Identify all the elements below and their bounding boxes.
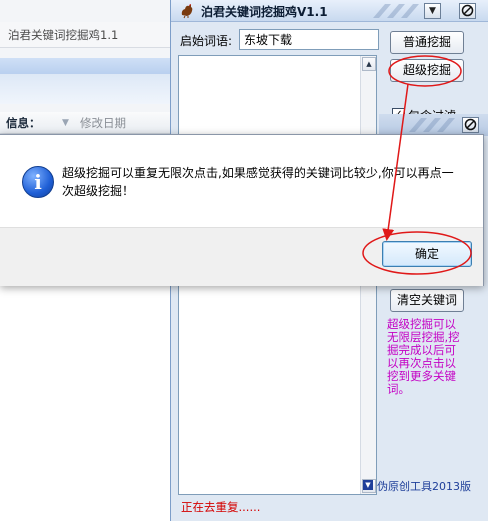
minimize-button[interactable]: ▼ [424, 3, 441, 19]
message-dialog: i 超级挖掘可以重复无限次点击,如果感觉获得的关键词比较少,你可以再点一次超级挖… [0, 134, 484, 286]
scroll-up-icon[interactable]: ▲ [362, 57, 376, 71]
clear-keywords-button[interactable]: 清空关键词 [390, 289, 464, 312]
panel-decoration [409, 118, 455, 132]
seed-word-label: 启始词语: [180, 34, 233, 48]
info-label: 信息： [6, 116, 41, 130]
panel-close-button[interactable] [462, 117, 479, 133]
promo-link[interactable]: 伪原创工具2013版 [377, 478, 471, 494]
close-button[interactable] [459, 3, 476, 19]
no-sign-icon [461, 4, 474, 17]
modified-date-column[interactable]: 修改日期 [80, 112, 126, 134]
no-sign-icon [464, 118, 477, 131]
ok-button[interactable]: 确定 [382, 241, 472, 267]
background-toolbar-band [0, 58, 178, 74]
sort-arrow-icon[interactable]: ▼ [62, 112, 69, 134]
info-icon: i [22, 166, 54, 198]
rooster-icon [179, 3, 195, 19]
super-mine-tip: 超级挖掘可以无限层挖掘,挖掘完成以后可以再次点击以挖到更多关键词。 [387, 317, 460, 396]
dialog-message: 超级挖掘可以重复无限次点击,如果感觉获得的关键词比较少,你可以再点一次超级挖掘！ [62, 166, 454, 198]
side-panel-header [379, 114, 488, 136]
super-mine-button[interactable]: 超级挖掘 [390, 59, 464, 82]
seed-word-input[interactable] [239, 29, 379, 50]
normal-mine-button[interactable]: 普通挖掘 [390, 31, 464, 54]
app-title: 泊君关键词挖掘鸡V1.1 [201, 5, 328, 19]
app-title-bar: 泊君关键词挖掘鸡V1.1 ▼ [171, 0, 488, 22]
background-column-header: 信息： ▼ 修改日期 [0, 112, 178, 134]
status-text: 正在去重复...... [181, 500, 261, 514]
link-icon: ▼ [363, 480, 373, 490]
background-toolbar-area [0, 74, 178, 104]
title-decoration [373, 4, 419, 18]
background-window-title: 泊君关键词挖掘鸡1.1 [0, 22, 178, 48]
